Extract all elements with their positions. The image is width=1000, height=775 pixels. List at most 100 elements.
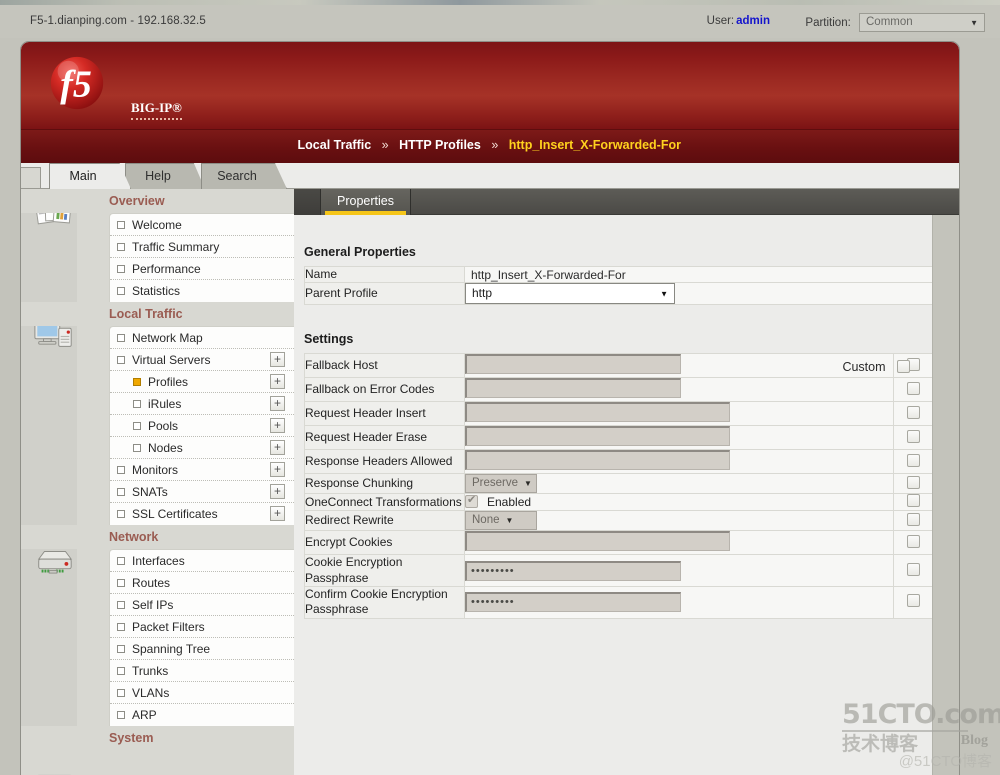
expand-plus-icon[interactable]: + <box>270 396 285 411</box>
sidebar-item-packet-filters[interactable]: Packet Filters <box>110 616 294 638</box>
expand-plus-icon[interactable]: + <box>270 352 285 367</box>
sidebar-item-trunks[interactable]: Trunks <box>110 660 294 682</box>
breadcrumb: Local Traffic » HTTP Profiles » http_Ins… <box>298 138 681 152</box>
parent-profile-value: http <box>472 286 493 301</box>
sidebar-item-label: Profiles <box>148 375 189 389</box>
sidebar-group-network: Network Interfaces Routes Self IPs Packet Fi… <box>21 525 294 726</box>
user-name[interactable]: admin <box>734 15 770 27</box>
fallback-host-input[interactable] <box>465 354 681 375</box>
row-control <box>464 449 894 475</box>
breadcrumb-item-http-profiles[interactable]: HTTP Profiles <box>399 138 481 152</box>
bullet-icon <box>117 466 125 474</box>
fallback-on-error-codes-custom-checkbox[interactable] <box>907 381 920 395</box>
general-properties-table: Name http_Insert_X-Forwarded-For Parent … <box>304 265 932 306</box>
row-label-cookie-encryption-passphrase: Cookie Encryption Passphrase <box>304 554 465 588</box>
sidebar-item-virtual-servers[interactable]: Virtual Servers + <box>110 349 294 371</box>
bullet-icon <box>117 221 125 229</box>
row-custom-cell <box>893 377 932 403</box>
row-control <box>464 530 894 556</box>
response-headers-allowed-input[interactable] <box>465 450 730 471</box>
confirm-cookie-encryption-passphrase-input[interactable]: ••••••••• <box>465 592 681 613</box>
cookie-encryption-passphrase-custom-checkbox[interactable] <box>907 562 920 576</box>
active-marker-icon <box>133 378 141 386</box>
user-info: User: admin <box>707 15 770 27</box>
bullet-icon <box>117 645 125 653</box>
fallback-on-error-codes-input[interactable] <box>465 378 681 399</box>
parent-profile-dropdown[interactable]: http ▼ <box>465 283 675 305</box>
cookie-encryption-passphrase-input[interactable]: ••••••••• <box>465 560 681 581</box>
request-header-erase-input[interactable] <box>465 426 730 447</box>
sidebar-group-items: Network Map Virtual Servers + Profiles + iRul… <box>109 326 294 525</box>
sidebar-item-performance[interactable]: Performance <box>110 258 294 280</box>
confirm-cookie-encryption-passphrase-custom-checkbox[interactable] <box>907 594 920 608</box>
expand-plus-icon[interactable]: + <box>270 462 285 477</box>
sidebar-item-label: Virtual Servers <box>132 353 211 367</box>
tab-help[interactable]: Help <box>125 163 205 189</box>
chevron-down-icon: ▼ <box>505 516 514 526</box>
chevron-down-icon: ▼ <box>970 18 978 27</box>
row-control: Preserve ▼ <box>464 473 894 495</box>
sidebar-item-monitors[interactable]: Monitors + <box>110 459 294 481</box>
oneconnect-transformations-custom-checkbox[interactable] <box>907 494 920 508</box>
custom-toggle[interactable]: Custom <box>842 360 910 374</box>
redirect-rewrite-custom-checkbox[interactable] <box>907 512 920 526</box>
sidebar-item-nodes[interactable]: Nodes + <box>110 437 294 459</box>
sidebar-item-vlans[interactable]: VLANs <box>110 682 294 704</box>
sidebar-item-network-map[interactable]: Network Map <box>110 327 294 349</box>
sidebar-item-welcome[interactable]: Welcome <box>110 214 294 236</box>
sidebar-item-label: ARP <box>132 708 157 722</box>
row-control <box>464 401 894 427</box>
sidebar-item-ssl-certificates[interactable]: SSL Certificates + <box>110 503 294 525</box>
oneconnect-transformations-checkbox[interactable] <box>465 493 478 509</box>
breadcrumb-item-local-traffic[interactable]: Local Traffic <box>298 138 372 152</box>
partition-dropdown[interactable]: Common ▼ <box>859 13 985 32</box>
sidebar-item-snats[interactable]: SNATs + <box>110 481 294 503</box>
expand-plus-icon[interactable]: + <box>270 440 285 455</box>
sidebar-item-profiles[interactable]: Profiles + <box>110 371 294 393</box>
sidebar-group-title: System <box>21 726 294 750</box>
sidebar-item-traffic-summary[interactable]: Traffic Summary <box>110 236 294 258</box>
bullet-icon <box>117 711 125 719</box>
bullet-icon <box>117 287 125 295</box>
table-row: Name http_Insert_X-Forwarded-For <box>304 265 932 284</box>
partition-selector[interactable]: Partition: Common ▼ <box>805 13 985 32</box>
row-label-oneconnect-transformations: OneConnect Transformations <box>304 493 465 512</box>
response-chunking-custom-checkbox[interactable] <box>907 475 920 489</box>
response-chunking-dropdown[interactable]: Preserve ▼ <box>465 474 537 494</box>
request-header-insert-custom-checkbox[interactable] <box>907 405 920 419</box>
expand-plus-icon[interactable]: + <box>270 374 285 389</box>
sidebar-item-irules[interactable]: iRules + <box>110 393 294 415</box>
sidebar-item-routes[interactable]: Routes <box>110 572 294 594</box>
redirect-rewrite-dropdown[interactable]: None ▼ <box>465 511 537 531</box>
expand-plus-icon[interactable]: + <box>270 418 285 433</box>
expand-plus-icon[interactable]: + <box>270 506 285 521</box>
encrypt-cookies-input[interactable] <box>465 531 730 552</box>
sidebar-item-label: SNATs <box>132 485 168 499</box>
profile-name-value: http_Insert_X-Forwarded-For <box>471 267 626 282</box>
breadcrumb-bar: Local Traffic » HTTP Profiles » http_Ins… <box>21 129 959 163</box>
tab-main[interactable]: Main <box>49 163 131 189</box>
custom-checkbox[interactable] <box>897 360 910 374</box>
request-header-erase-custom-checkbox[interactable] <box>907 429 920 443</box>
sidebar-group-items: Interfaces Routes Self IPs Packet Filters Sp… <box>109 549 294 726</box>
bullet-icon <box>117 334 125 342</box>
table-row: Cookie Encryption Passphrase ••••••••• <box>304 554 932 588</box>
brand-banner: f5 BIG-IP® <box>21 42 959 129</box>
row-custom-cell <box>893 425 932 451</box>
row-custom-cell <box>893 493 932 512</box>
request-header-insert-input[interactable] <box>465 402 730 423</box>
sidebar-item-interfaces[interactable]: Interfaces <box>110 550 294 572</box>
breadcrumb-separator: » <box>491 138 499 152</box>
sidebar-item-pools[interactable]: Pools + <box>110 415 294 437</box>
expand-plus-icon[interactable]: + <box>270 484 285 499</box>
tab-search[interactable]: Search <box>201 163 287 189</box>
bullet-icon <box>117 557 125 565</box>
sidebar-item-self-ips[interactable]: Self IPs <box>110 594 294 616</box>
browser-status-bar: F5-1.dianping.com - 192.168.32.5 User: ad… <box>0 5 1000 38</box>
response-headers-allowed-custom-checkbox[interactable] <box>907 453 920 467</box>
sidebar-item-arp[interactable]: ARP <box>110 704 294 726</box>
encrypt-cookies-custom-checkbox[interactable] <box>907 534 920 548</box>
sidebar-item-spanning-tree[interactable]: Spanning Tree <box>110 638 294 660</box>
sidebar-item-statistics[interactable]: Statistics <box>110 280 294 302</box>
tab-properties[interactable]: Properties <box>321 189 411 215</box>
